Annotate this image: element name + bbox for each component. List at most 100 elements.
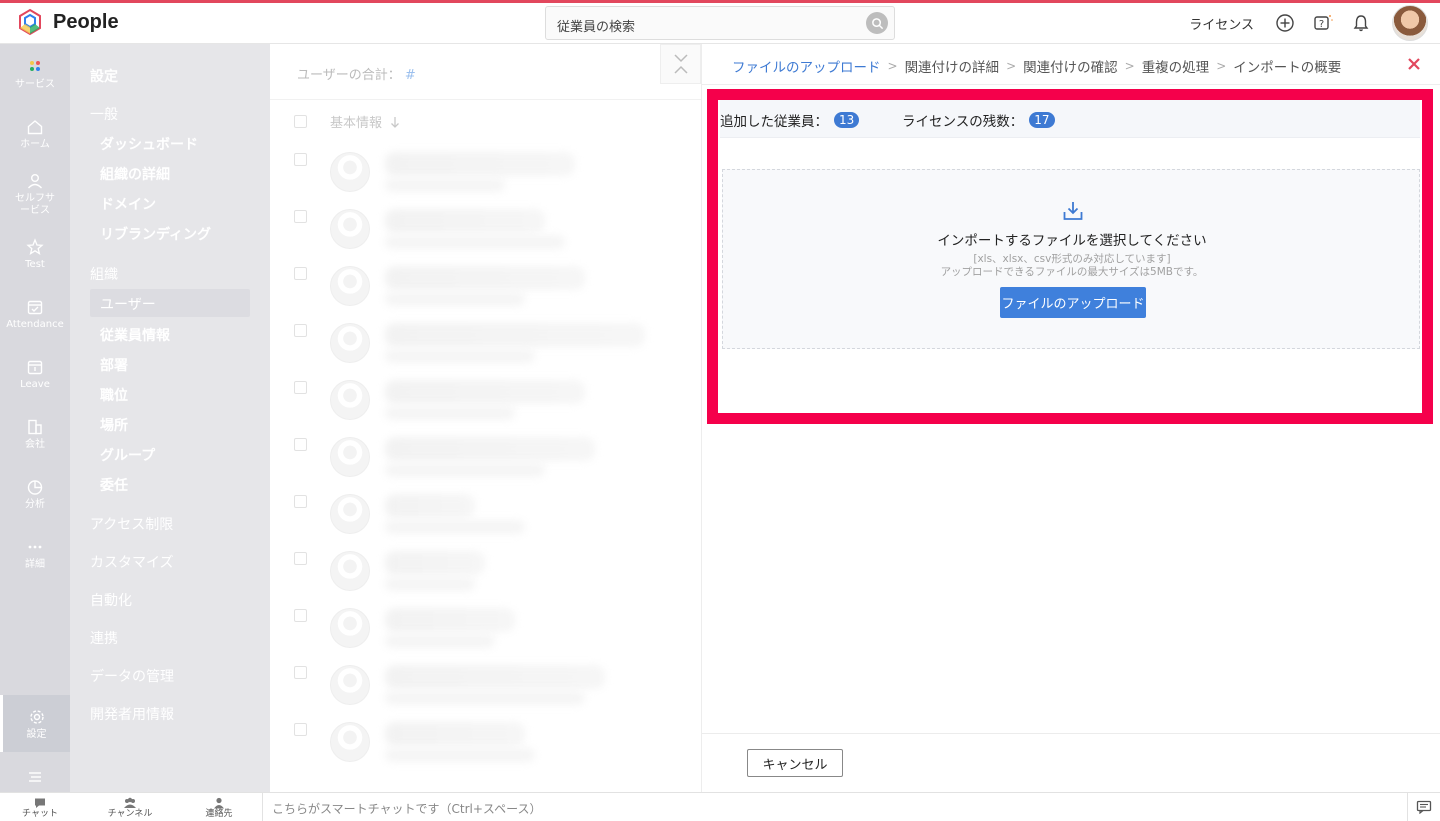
- rail-item-test[interactable]: Test: [0, 238, 70, 271]
- step-mapping-details[interactable]: 関連付けの詳細: [905, 56, 1000, 76]
- step-mapping-confirm[interactable]: 関連付けの確認: [1023, 56, 1118, 76]
- menu-item-group[interactable]: グループ: [100, 445, 155, 465]
- user-avatar[interactable]: [1392, 5, 1428, 41]
- row-checkbox[interactable]: [294, 723, 307, 736]
- row-checkbox[interactable]: [294, 267, 307, 280]
- home-icon: [27, 120, 43, 135]
- step-file-upload[interactable]: ファイルのアップロード: [732, 56, 881, 76]
- table-row[interactable]: [270, 486, 701, 543]
- cancel-button[interactable]: キャンセル: [747, 749, 843, 777]
- menu-item-location[interactable]: 場所: [100, 415, 128, 435]
- bottom-item-contacts[interactable]: 連絡先: [179, 797, 259, 819]
- help-button[interactable]: ?: [1312, 12, 1334, 34]
- table-row[interactable]: [270, 372, 701, 429]
- contacts-icon: [214, 797, 224, 809]
- menu-item-org-details[interactable]: 組織の詳細: [100, 164, 170, 184]
- app-name: People: [53, 10, 119, 33]
- rail-label: セルフサービス: [15, 193, 55, 216]
- user-total-value: #: [404, 68, 416, 83]
- pie-chart-icon: [27, 480, 43, 495]
- table-row[interactable]: [270, 600, 701, 657]
- avatar: [330, 437, 370, 477]
- rail-item-settings[interactable]: 設定: [0, 695, 70, 752]
- top-header: People 従業員の検索 ライセンス ?: [0, 3, 1440, 44]
- table-row[interactable]: [270, 543, 701, 600]
- menu-heading-data-admin[interactable]: データの管理: [90, 666, 174, 686]
- rail-label: 会社: [25, 439, 45, 450]
- rail-item-attendance[interactable]: Attendance: [0, 298, 70, 331]
- search-button[interactable]: [866, 12, 888, 34]
- employee-search[interactable]: 従業員の検索: [545, 6, 895, 40]
- menu-heading-access-control[interactable]: アクセス制限: [90, 514, 173, 534]
- column-header-basic-info[interactable]: 基本情報: [330, 112, 400, 131]
- column-header-label: 基本情報: [330, 116, 383, 131]
- rail-item-company[interactable]: 会社: [0, 418, 70, 451]
- row-checkbox[interactable]: [294, 210, 307, 223]
- menu-item-domain[interactable]: ドメイン: [100, 194, 156, 214]
- step-import-summary[interactable]: インポートの概要: [1233, 56, 1341, 76]
- menu-heading-customize[interactable]: カスタマイズ: [90, 552, 174, 572]
- bottom-item-channel[interactable]: チャンネル: [90, 797, 170, 819]
- menu-item-dashboard[interactable]: ダッシュボード: [100, 134, 198, 154]
- close-icon[interactable]: [1406, 56, 1422, 72]
- rail-item-services[interactable]: サービス: [0, 58, 70, 91]
- table-row[interactable]: [270, 714, 701, 771]
- row-checkbox[interactable]: [294, 438, 307, 451]
- row-checkbox[interactable]: [294, 153, 307, 166]
- row-checkbox[interactable]: [294, 324, 307, 337]
- bottom-item-chat[interactable]: チャット: [0, 797, 80, 819]
- avatar: [330, 209, 370, 249]
- rail-menu-toggle[interactable]: [0, 768, 70, 789]
- menu-heading-developer[interactable]: 開発者用情報: [90, 704, 174, 724]
- collapse-chevrons-icon: [673, 54, 688, 74]
- message-icon[interactable]: [1416, 800, 1432, 814]
- license-link[interactable]: ライセンス: [1189, 14, 1254, 33]
- rail-item-analytics[interactable]: 分析: [0, 478, 70, 511]
- row-checkbox[interactable]: [294, 609, 307, 622]
- table-row[interactable]: [270, 201, 701, 258]
- add-button[interactable]: [1274, 12, 1296, 34]
- search-input[interactable]: 従業員の検索: [557, 16, 635, 35]
- divider: [702, 84, 1440, 85]
- notifications-button[interactable]: [1350, 12, 1372, 34]
- avatar: [330, 665, 370, 705]
- rail-label: 分析: [25, 499, 45, 510]
- row-checkbox[interactable]: [294, 552, 307, 565]
- rail-label: 詳細: [25, 559, 45, 570]
- settings-menu: 設定 一般 ダッシュボード 組織の詳細 ドメイン リブランディング 組織 ユーザ…: [70, 44, 270, 792]
- menu-item-users[interactable]: ユーザー: [100, 294, 156, 314]
- menu-item-rebranding[interactable]: リブランディング: [100, 224, 211, 244]
- table-row[interactable]: [270, 315, 701, 372]
- bottom-label: 連絡先: [205, 809, 233, 819]
- app-logo[interactable]: People: [16, 8, 119, 36]
- menu-heading-integration[interactable]: 連携: [90, 628, 118, 648]
- menu-item-department[interactable]: 部署: [100, 355, 128, 375]
- collapse-panel-button[interactable]: [660, 44, 701, 84]
- chevron-right-icon: >: [887, 59, 898, 73]
- menu-heading-org[interactable]: 組織: [90, 264, 118, 284]
- gear-icon: [29, 710, 44, 724]
- row-checkbox[interactable]: [294, 495, 307, 508]
- table-row[interactable]: [270, 429, 701, 486]
- row-checkbox[interactable]: [294, 666, 307, 679]
- bell-icon: [1353, 15, 1369, 32]
- table-row[interactable]: [270, 657, 701, 714]
- rail-item-self-service[interactable]: セルフサービス: [0, 172, 70, 217]
- plus-circle-icon: [1276, 14, 1294, 32]
- highlight-frame: [707, 89, 1433, 424]
- menu-heading-automation[interactable]: 自動化: [90, 590, 132, 610]
- rail-item-home[interactable]: ホーム: [0, 118, 70, 151]
- row-checkbox[interactable]: [294, 381, 307, 394]
- step-duplicate-handling[interactable]: 重複の処理: [1142, 56, 1210, 76]
- rail-item-more[interactable]: 詳細: [0, 538, 70, 571]
- table-row[interactable]: [270, 144, 701, 201]
- avatar: [330, 380, 370, 420]
- menu-item-designation[interactable]: 職位: [100, 385, 128, 405]
- smart-chat-input[interactable]: こちらがスマートチャットです（Ctrl+スペース）: [272, 800, 542, 817]
- rail-item-leave[interactable]: Leave: [0, 358, 70, 391]
- table-row[interactable]: [270, 258, 701, 315]
- menu-item-employee-info[interactable]: 従業員情報: [100, 325, 170, 345]
- select-all-checkbox[interactable]: [294, 115, 307, 128]
- menu-item-delegation[interactable]: 委任: [100, 475, 128, 495]
- menu-heading-general[interactable]: 一般: [90, 104, 118, 124]
